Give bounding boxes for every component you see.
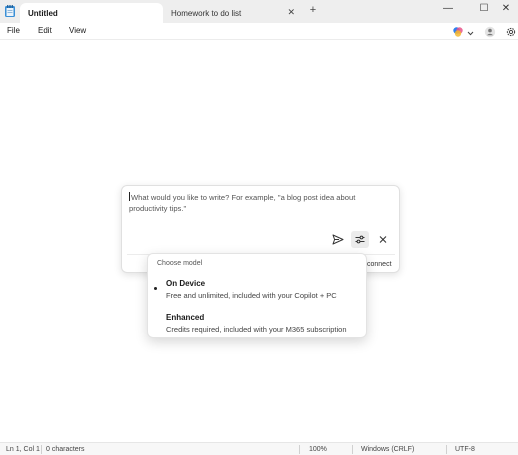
character-count: 0 characters <box>46 446 85 453</box>
close-tab-icon[interactable]: ✕ <box>287 7 295 18</box>
tab-homework-to-do-list[interactable]: Homework to do list ✕ <box>163 3 301 23</box>
menu-edit[interactable]: Edit <box>38 26 52 35</box>
model-option-on-device[interactable]: On Device Free and unlimited, included w… <box>166 279 337 300</box>
prompt-input[interactable]: What would you like to write? For exampl… <box>129 192 389 214</box>
line-ending[interactable]: Windows (CRLF) <box>361 446 414 453</box>
new-tab-button[interactable]: + <box>306 4 320 16</box>
menu-file[interactable]: File <box>7 26 20 35</box>
selected-indicator-icon <box>154 287 157 290</box>
zoom-level[interactable]: 100% <box>309 446 327 453</box>
status-divider <box>446 445 447 454</box>
cursor-position: Ln 1, Col 1 <box>6 446 40 453</box>
copilot-button[interactable] <box>452 26 474 40</box>
encoding[interactable]: UTF-8 <box>455 446 475 453</box>
close-icon <box>374 236 392 250</box>
close-window-button[interactable]: ✕ <box>494 2 518 18</box>
minimize-button[interactable]: — <box>436 2 460 18</box>
send-button[interactable] <box>329 231 347 248</box>
tab-label: Untitled <box>28 8 58 18</box>
choose-model-menu: Choose model On Device Free and unlimite… <box>147 253 367 338</box>
close-panel-button[interactable] <box>374 231 392 248</box>
status-bar: Ln 1, Col 1 0 characters 100% Windows (C… <box>0 442 518 455</box>
tab-untitled[interactable]: Untitled <box>20 3 163 23</box>
menu-view[interactable]: View <box>69 26 86 35</box>
status-divider <box>352 445 353 454</box>
gear-icon[interactable] <box>505 26 517 38</box>
reconnect-link[interactable]: connect <box>367 261 392 268</box>
tab-label: Homework to do list <box>171 8 242 18</box>
model-settings-button[interactable] <box>351 231 369 248</box>
option-description: Free and unlimited, included with your C… <box>166 291 337 300</box>
status-divider <box>41 445 42 454</box>
option-label: On Device <box>166 279 206 288</box>
title-bar: Untitled Homework to do list ✕ + — ☐ ✕ <box>0 0 518 23</box>
prompt-placeholder: What would you like to write? For exampl… <box>129 193 356 213</box>
sliders-icon <box>351 235 369 250</box>
model-option-enhanced[interactable]: Enhanced Credits required, included with… <box>166 313 347 334</box>
chevron-down-icon <box>467 29 474 38</box>
menu-bar: File Edit View <box>0 23 518 40</box>
send-icon <box>329 234 347 250</box>
account-icon[interactable] <box>484 26 496 38</box>
option-description: Credits required, included with your M36… <box>166 325 347 334</box>
menu-title: Choose model <box>157 260 203 267</box>
option-label: Enhanced <box>166 313 205 322</box>
status-divider <box>299 445 300 454</box>
text-caret <box>129 192 130 201</box>
copilot-icon <box>452 26 464 40</box>
notepad-icon <box>4 4 16 18</box>
maximize-button[interactable]: ☐ <box>472 2 496 18</box>
